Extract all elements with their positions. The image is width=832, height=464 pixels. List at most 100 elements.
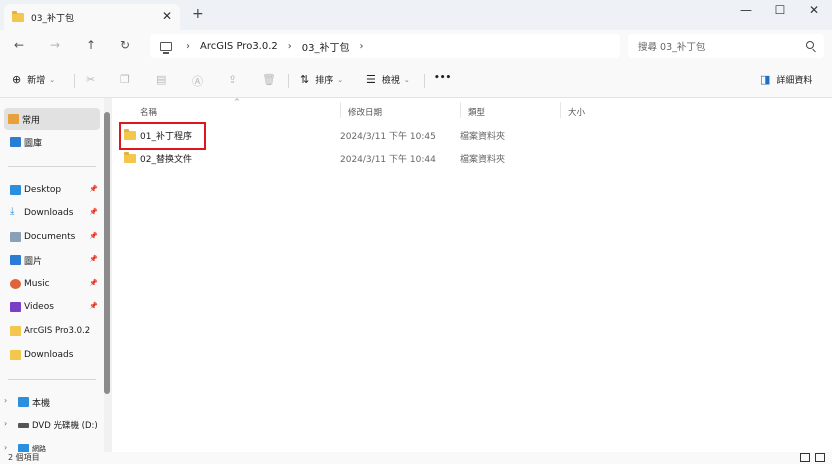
network-icon [18,444,29,452]
up-icon[interactable]: ↑ [86,38,96,52]
sidebar-item-label: Music [24,279,50,289]
new-tab-icon[interactable]: + [192,6,204,22]
tab-close-icon[interactable]: ✕ [162,9,172,23]
details-button[interactable]: ◨ 詳細資料 [760,73,812,86]
folder-icon [12,10,24,22]
sidebar-item-label: 常用 [22,115,41,126]
sidebar-item-label: Documents [24,232,76,242]
search-icon [806,41,814,49]
pin-icon[interactable]: 📌 [89,255,98,263]
maximize-icon[interactable]: ☐ [770,3,790,17]
sidebar-item-music[interactable]: Music 📌 [6,273,104,295]
column-divider[interactable] [340,102,341,118]
breadcrumb-separator-icon[interactable]: › [288,41,292,52]
share-icon[interactable]: ⇪ [228,73,243,86]
rename-icon[interactable]: Ⓐ [192,73,209,89]
computer-icon [160,41,172,54]
breadcrumb-separator-icon[interactable]: › [186,41,190,52]
sidebar-item-desktop[interactable]: Desktop 📌 [6,179,104,201]
divider [8,379,96,380]
sidebar-item-network[interactable]: › 網路 [4,438,104,452]
back-icon[interactable]: ← [14,38,24,52]
sidebar-item-arcgis[interactable]: ArcGIS Pro3.0.2 [6,320,104,342]
file-list: ^ 名稱 修改日期 類型 大小 01_补丁程序 2024/3/11 下午 10:… [112,98,832,452]
sidebar-item-pictures[interactable]: 圖片 📌 [6,249,104,271]
chevron-down-icon: ⌄ [337,75,344,84]
pin-icon[interactable]: 📌 [89,302,98,310]
details-view-icon[interactable] [800,453,810,462]
gallery-icon [10,137,21,147]
folder-icon [10,326,21,336]
copy-icon[interactable]: ❐ [120,73,136,86]
sidebar-item-downloads-folder[interactable]: Downloads [6,344,104,366]
delete-icon[interactable]: 🗑 [262,73,282,86]
tab-bar: 03_补丁包 ✕ + — ☐ ✕ [0,0,832,30]
dvd-icon [18,423,29,428]
status-bar: 2 個項目 [0,452,832,464]
highlight-box [119,122,206,150]
pin-icon[interactable]: 📌 [89,279,98,287]
view-label: 檢視 [381,76,400,86]
minimize-icon[interactable]: — [736,3,756,17]
cut-icon[interactable]: ✂ [86,73,101,86]
close-window-icon[interactable]: ✕ [804,3,824,17]
divider [424,74,425,88]
column-header-size[interactable]: 大小 [568,106,585,118]
navigation-pane: 常用 圖庫 Desktop 📌 ⤓ Downloads 📌 Documents … [0,98,104,452]
chevron-right-icon[interactable]: › [4,419,7,428]
tab-title: 03_补丁包 [31,13,74,24]
chevron-right-icon[interactable]: › [4,396,7,405]
pin-icon[interactable]: 📌 [89,208,98,216]
sidebar-item-dvd[interactable]: › DVD 光碟機 (D:) [4,414,104,436]
chevron-right-icon[interactable]: › [4,443,7,452]
pin-icon[interactable]: 📌 [89,232,98,240]
sidebar-item-label: 圖片 [24,256,43,267]
plus-circle-icon: ⊕ [12,73,22,86]
refresh-icon[interactable]: ↻ [120,38,130,52]
file-date: 2024/3/11 下午 10:44 [340,155,436,165]
file-name: 02_替换文件 [140,155,192,165]
breadcrumb-current[interactable]: 03_补丁包 [302,39,350,54]
sort-label: 排序 [315,76,334,86]
breadcrumb-arcgis[interactable]: ArcGIS Pro3.0.2 [200,41,278,52]
download-icon: ⤓ [10,206,15,217]
column-header-date[interactable]: 修改日期 [348,106,382,118]
sidebar-item-gallery[interactable]: 圖庫 [6,131,104,153]
search-placeholder: 搜尋 03_补丁包 [638,42,706,53]
sidebar-item-downloads[interactable]: ⤓ Downloads 📌 [6,202,104,224]
column-header-type[interactable]: 類型 [468,106,485,118]
home-icon [8,114,19,124]
pin-icon[interactable]: 📌 [89,185,98,193]
new-label: 新增 [27,76,46,86]
sidebar-item-label: Downloads [24,208,74,218]
divider [74,74,75,88]
folder-icon [124,152,136,163]
sidebar-item-videos[interactable]: Videos 📌 [6,296,104,318]
sidebar-scrollbar[interactable] [104,112,110,394]
column-divider[interactable] [460,102,461,118]
address-bar[interactable]: › ArcGIS Pro3.0.2 › 03_补丁包 › [150,34,620,58]
sidebar-item-label: 網路 [32,445,46,452]
sidebar-item-home[interactable]: 常用 [4,108,100,130]
divider [288,74,289,88]
tab-03-patch[interactable]: 03_补丁包 ✕ [4,4,180,30]
sidebar-item-label: 圖庫 [24,138,43,149]
breadcrumb-separator-icon[interactable]: › [360,41,364,52]
view-button[interactable]: ☰ 檢視 ⌄ [366,73,410,86]
sort-button[interactable]: ⇅ 排序 ⌄ [300,73,343,86]
paste-icon[interactable]: ▤ [156,73,172,86]
file-row[interactable]: 02_替换文件 2024/3/11 下午 10:44 檔案資料夾 [120,148,560,168]
details-label: 詳細資料 [776,76,813,86]
column-divider[interactable] [560,102,561,118]
new-button[interactable]: ⊕ 新增 ⌄ [12,73,55,86]
sidebar-item-documents[interactable]: Documents 📌 [6,226,104,248]
tiles-view-icon[interactable] [815,453,825,462]
column-header-name[interactable]: 名稱 [140,106,157,118]
search-input[interactable]: 搜尋 03_补丁包 [628,34,824,58]
more-options-icon[interactable]: ••• [434,73,451,83]
sidebar-item-this-pc[interactable]: › 本機 [4,391,104,413]
forward-icon[interactable]: → [50,38,60,52]
video-icon [10,302,21,312]
file-type: 檔案資料夾 [460,132,506,142]
view-icon: ☰ [366,73,376,86]
